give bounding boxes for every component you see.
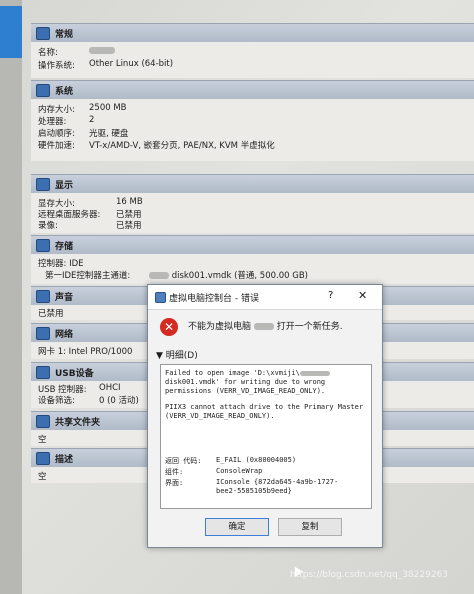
os-label: 操作系统: [38, 61, 75, 71]
general-header[interactable]: 常规 [31, 23, 474, 43]
component-value: ConsoleWrap [216, 467, 263, 475]
interface-value-cont: bee2-5585105b9eed} [216, 487, 292, 495]
interface-value: IConsole {872da645-4a9b-1727- [216, 478, 339, 486]
audio-value: 已禁用 [38, 309, 64, 319]
memory-label: 内存大小: [38, 105, 75, 115]
monitor-icon [36, 178, 50, 191]
details-line: disk001.vmdk' for writing due to wrong [165, 378, 326, 386]
network-icon [36, 327, 50, 340]
recording-value: 已禁用 [116, 221, 142, 231]
disk-icon [36, 239, 50, 252]
ide-channel-value: disk001.vmdk (普通, 500.00 GB) [149, 269, 308, 281]
system-title: 系统 [55, 87, 74, 97]
message-suffix: 打开一个新任务. [276, 322, 343, 332]
close-button[interactable]: ✕ [358, 289, 367, 302]
recording-label: 录像: [38, 221, 58, 231]
speaker-icon [36, 290, 50, 303]
details-line: PIIX3 cannot attach drive to the Primary… [165, 403, 364, 411]
memory-value: 2500 MB [89, 103, 127, 113]
details-line: Failed to open image 'D:\xvmiji\ [165, 369, 330, 377]
dialog-titlebar[interactable]: 虚拟电脑控制台 - 错误 ? ✕ [148, 285, 382, 310]
os-value: Other Linux (64-bit) [89, 59, 174, 69]
details-line: permissions (VERR_VD_IMAGE_READ_ONLY). [165, 387, 326, 395]
usb-filter-label: 设备筛选: [38, 396, 75, 406]
chevron-down-icon: ▼ [156, 351, 163, 361]
acceleration-label: 硬件加速: [38, 141, 75, 151]
video-memory-value: 16 MB [116, 197, 143, 207]
ide-channel-label: 第一IDE控制器主通道: [45, 271, 131, 281]
virtualbox-icon [155, 292, 166, 303]
vm-list-strip [0, 0, 22, 594]
boot-order-value: 光驱, 硬盘 [89, 129, 129, 139]
usb-title: USB设备 [55, 369, 94, 379]
folder-icon [36, 415, 50, 428]
error-message: 不能为虚拟电脑 打开一个新任务. [188, 319, 343, 332]
storage-body: 控制器: IDE 第一IDE控制器主通道: disk001.vmdk (普通, … [31, 254, 474, 284]
system-header[interactable]: 系统 [31, 80, 474, 100]
selected-vm-item[interactable] [0, 6, 22, 58]
network-adapter-value: 网卡 1: Intel PRO/1000 [38, 347, 133, 357]
details-toggle-label: 明细(D) [165, 351, 198, 361]
display-body: 显存大小: 16 MB 远程桌面服务器: 已禁用 录像: 已禁用 [31, 193, 474, 233]
display-title: 显示 [55, 181, 74, 191]
acceleration-value: VT-x/AMD-V, 嵌套分页, PAE/NX, KVM 半虚拟化 [89, 141, 275, 151]
details-textbox[interactable]: Failed to open image 'D:\xvmiji\ disk001… [160, 364, 372, 509]
shared-folders-title: 共享文件夹 [55, 418, 101, 428]
usb-filter-value: 0 (0 活动) [99, 396, 139, 406]
system-body: 内存大小: 2500 MB 处理器: 2 启动顺序: 光驱, 硬盘 硬件加速: … [31, 99, 474, 161]
code-value: E_FAIL (0x80004005) [216, 456, 297, 464]
description-value: 空 [38, 472, 47, 482]
disk-name: disk001.vmdk (普通, 500.00 GB) [171, 271, 308, 281]
component-label: 组件: [165, 468, 184, 476]
cpu-label: 处理器: [38, 117, 67, 127]
audio-title: 声音 [55, 293, 74, 303]
speech-bubble-icon [36, 452, 50, 465]
general-title: 常规 [55, 30, 74, 40]
storage-title: 存储 [55, 242, 74, 252]
general-body: 名称: 操作系统: Other Linux (64-bit) [31, 42, 474, 78]
shared-folders-value: 空 [38, 435, 47, 445]
interface-label: 界面: [165, 479, 184, 487]
help-button[interactable]: ? [328, 290, 333, 301]
details-toggle[interactable]: ▼ 明细(D) [156, 348, 198, 361]
vm-name-blurred [253, 323, 274, 330]
cpu-value: 2 [89, 115, 95, 125]
controller-label: 控制器: IDE [38, 259, 84, 269]
name-value-blurred [89, 46, 115, 56]
details-line: (VERR_VD_IMAGE_READ_ONLY). [165, 412, 275, 420]
name-label: 名称: [38, 48, 58, 58]
boot-order-label: 启动顺序: [38, 129, 75, 139]
description-title: 描述 [55, 455, 74, 465]
chip-icon [36, 84, 50, 97]
network-title: 网络 [55, 330, 74, 340]
copy-button[interactable]: 复制 [278, 518, 342, 536]
message-prefix: 不能为虚拟电脑 [188, 322, 252, 332]
general-icon [36, 27, 50, 40]
details-component-row: 组件: ConsoleWrap [165, 467, 262, 477]
details-text: Failed to open image 'D:\xvmiji\ [165, 369, 300, 377]
usb-icon [36, 366, 50, 379]
watermark: https://blog.csdn.net/qq_38229263 [290, 570, 449, 580]
dialog-title: 虚拟电脑控制台 - 错误 [169, 294, 259, 304]
details-code-row: 返回 代码: E_FAIL (0x80004005) [165, 456, 296, 466]
error-dialog: 虚拟电脑控制台 - 错误 ? ✕ ✕ 不能为虚拟电脑 打开一个新任务. ▼ 明细… [147, 284, 383, 548]
storage-header[interactable]: 存储 [31, 235, 474, 255]
usb-controller-value: OHCI [99, 383, 121, 393]
display-header[interactable]: 显示 [31, 174, 474, 194]
code-label: 返回 代码: [165, 457, 202, 465]
details-interface-row: 界面: IConsole {872da645-4a9b-1727- [165, 478, 338, 488]
error-icon: ✕ [160, 318, 178, 336]
ok-button[interactable]: 确定 [205, 518, 269, 536]
